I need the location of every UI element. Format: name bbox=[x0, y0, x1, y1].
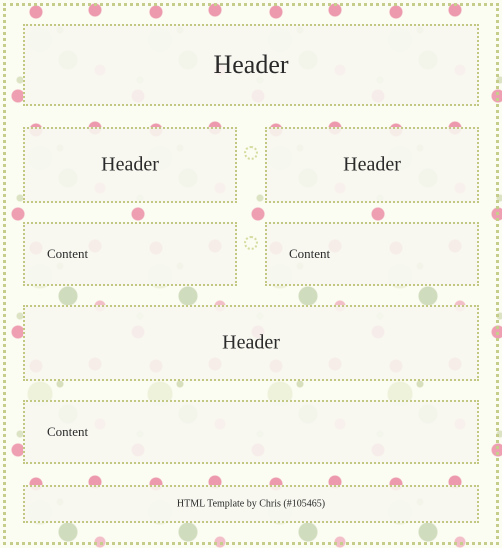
right-column-header: Header bbox=[265, 127, 479, 203]
main-header-title: Header bbox=[213, 50, 289, 79]
section-content-text: Content bbox=[47, 424, 89, 439]
left-column-content: Content bbox=[23, 222, 237, 286]
left-column-header: Header bbox=[23, 127, 237, 203]
ring-ornament bbox=[244, 146, 258, 160]
main-header: Header bbox=[23, 24, 479, 106]
section-content: Content bbox=[23, 400, 479, 464]
right-column-content-text: Content bbox=[289, 246, 331, 261]
footer: HTML Template by Chris (#105465) bbox=[23, 485, 479, 523]
footer-credit: HTML Template by Chris (#105465) bbox=[176, 498, 326, 510]
left-column-header-title: Header bbox=[101, 153, 159, 176]
section-header-title: Header bbox=[222, 331, 280, 354]
ring-ornament bbox=[244, 236, 258, 250]
left-column-content-text: Content bbox=[47, 246, 89, 261]
right-column-header-title: Header bbox=[343, 153, 401, 176]
right-column-content: Content bbox=[265, 222, 479, 286]
section-header: Header bbox=[23, 305, 479, 381]
